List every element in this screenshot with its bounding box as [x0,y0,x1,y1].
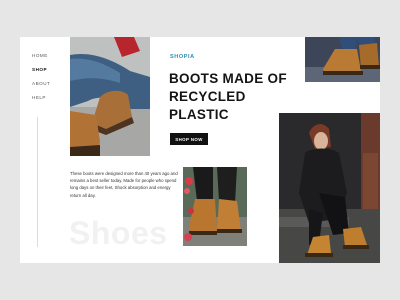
product-description: These boots were designed more than 40 y… [70,171,178,198]
shop-now-button[interactable]: SHOP NOW [170,133,208,145]
hero-headline: BOOTS MADE OF RECYCLED PLASTIC [169,71,287,122]
landing-card: HOME SHOP ABOUT HELP SHOPIA BOOTS MADE O… [20,37,380,263]
model-photo-doorway [279,113,380,263]
brand-label: SHOPIA [170,54,195,60]
nav-item-home[interactable]: HOME [32,53,50,58]
boots-photo-jeans [70,37,150,156]
nav-divider-line [37,117,38,247]
nav-item-help[interactable]: HELP [32,95,50,100]
shoes-watermark: Shoes [69,215,168,251]
boots-photo-flowers [183,167,247,246]
side-nav: HOME SHOP ABOUT HELP [32,53,50,100]
boots-photo-top [305,37,380,82]
nav-item-about[interactable]: ABOUT [32,81,50,86]
nav-item-shop[interactable]: SHOP [32,67,50,72]
